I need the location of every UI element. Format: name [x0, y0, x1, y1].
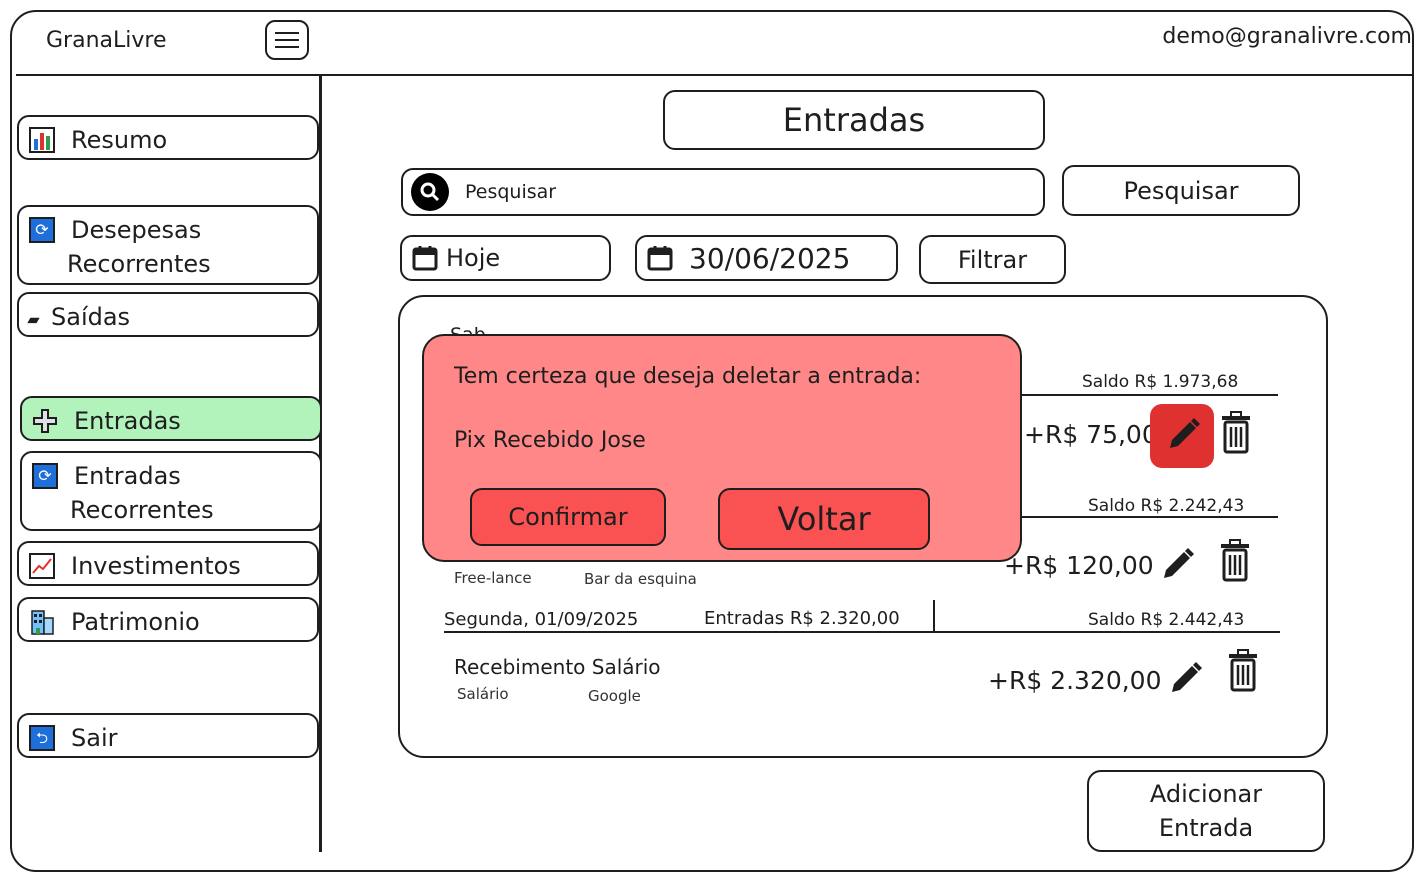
sidebar-item-investimentos[interactable]: Investimentos [17, 541, 319, 586]
sidebar-item-saidas[interactable]: Saídas [17, 292, 319, 337]
dialog-entry-name: Pix Recebido Jose [454, 428, 646, 453]
sidebar-item-label: Recorrentes [70, 496, 214, 524]
sidebar-item-label: Recorrentes [67, 250, 211, 278]
day-header-date: Segunda, 01/09/2025 [444, 609, 639, 630]
chart-increasing-icon [29, 553, 55, 579]
minus-icon [27, 317, 40, 324]
calendar-icon [647, 246, 673, 271]
header-divider [16, 74, 1414, 76]
trash-icon[interactable] [1223, 648, 1263, 692]
add-entry-label: Entrada [1158, 814, 1254, 842]
confirm-button[interactable]: Confirmar [470, 488, 666, 546]
sync-icon: ⟳ [29, 217, 55, 243]
pencil-icon [1170, 418, 1200, 448]
calendar-icon [412, 246, 438, 271]
app-brand: GranaLivre [46, 28, 167, 53]
period-value: Hoje [446, 244, 501, 272]
page-title: Entradas [663, 90, 1045, 150]
dialog-question: Tem certeza que deseja deletar a entrada… [454, 364, 922, 389]
day-balance: Saldo R$ 2.242,43 [1088, 496, 1245, 516]
filter-button[interactable]: Filtrar [919, 235, 1066, 284]
menu-icon [275, 32, 299, 34]
sidebar-item-sair[interactable]: ⮌ Sair [17, 713, 319, 758]
sidebar-item-label: Saídas [51, 303, 131, 331]
entry-amount: +R$ 2.320,00 [988, 666, 1162, 695]
pencil-icon[interactable] [1166, 654, 1206, 698]
period-select[interactable]: Hoje [400, 235, 611, 281]
trash-icon[interactable] [1216, 410, 1256, 454]
sidebar-item-label: Desepesas [71, 216, 202, 244]
trash-icon[interactable] [1215, 538, 1255, 582]
plus-icon [33, 409, 57, 433]
day-balance: Saldo R$ 1.973,68 [1082, 372, 1239, 392]
date-picker[interactable]: 30/06/2025 [635, 235, 898, 281]
sidebar-item-label: Investimentos [71, 552, 241, 580]
search-input[interactable] [463, 180, 1007, 204]
day-header-separator [933, 600, 935, 632]
sidebar-item-despesas-recorrentes[interactable]: ⟳ Desepesas Recorrentes [17, 205, 319, 285]
day-balance: Saldo R$ 2.442,43 [1088, 610, 1245, 630]
add-entry-label: Adicionar [1149, 780, 1263, 808]
day-divider [1010, 394, 1278, 396]
entry-category: Salário [457, 685, 509, 703]
entry-amount: +R$ 120,00 [1004, 551, 1154, 580]
entry-title: Recebimento Salário [454, 655, 661, 679]
sidebar-item-label: Patrimonio [71, 608, 200, 636]
return-icon: ⮌ [29, 725, 55, 751]
hamburger-menu-button[interactable] [265, 20, 309, 60]
sidebar-item-entradas-recorrentes[interactable]: ⟳ Entradas Recorrentes [20, 451, 322, 531]
sidebar-item-patrimonio[interactable]: Patrimonio [17, 597, 319, 642]
add-entry-button[interactable]: Adicionar Entrada [1087, 770, 1325, 852]
edit-button[interactable] [1150, 404, 1214, 468]
sidebar-item-entradas[interactable]: Entradas [20, 396, 322, 441]
day-divider [444, 631, 1280, 633]
entry-source: Bar da esquina [584, 570, 697, 588]
user-email[interactable]: demo@granalivre.com [1162, 24, 1412, 49]
date-value: 30/06/2025 [689, 241, 851, 275]
delete-confirm-dialog: Tem certeza que deseja deletar a entrada… [422, 334, 1022, 562]
entry-category: Free-lance [454, 569, 532, 587]
day-total: Entradas R$ 2.320,00 [704, 608, 900, 629]
entry-source: Google [588, 687, 641, 705]
pencil-icon[interactable] [1158, 540, 1198, 584]
search-icon [411, 173, 449, 211]
sync-icon: ⟳ [32, 463, 58, 489]
sidebar-item-label: Resumo [71, 126, 168, 154]
day-divider [1010, 516, 1278, 518]
sidebar-item-label: Sair [71, 724, 118, 752]
search-bar[interactable] [401, 168, 1045, 216]
bar-chart-icon [29, 127, 55, 153]
sidebar-item-label: Entradas [74, 407, 181, 435]
sidebar-item-label: Entradas [74, 462, 181, 490]
search-button[interactable]: Pesquisar [1062, 165, 1300, 216]
entry-amount: +R$ 75,00 [1024, 420, 1158, 449]
sidebar-item-resumo[interactable]: Resumo [17, 115, 319, 160]
back-button[interactable]: Voltar [718, 488, 930, 550]
building-icon [31, 610, 54, 635]
